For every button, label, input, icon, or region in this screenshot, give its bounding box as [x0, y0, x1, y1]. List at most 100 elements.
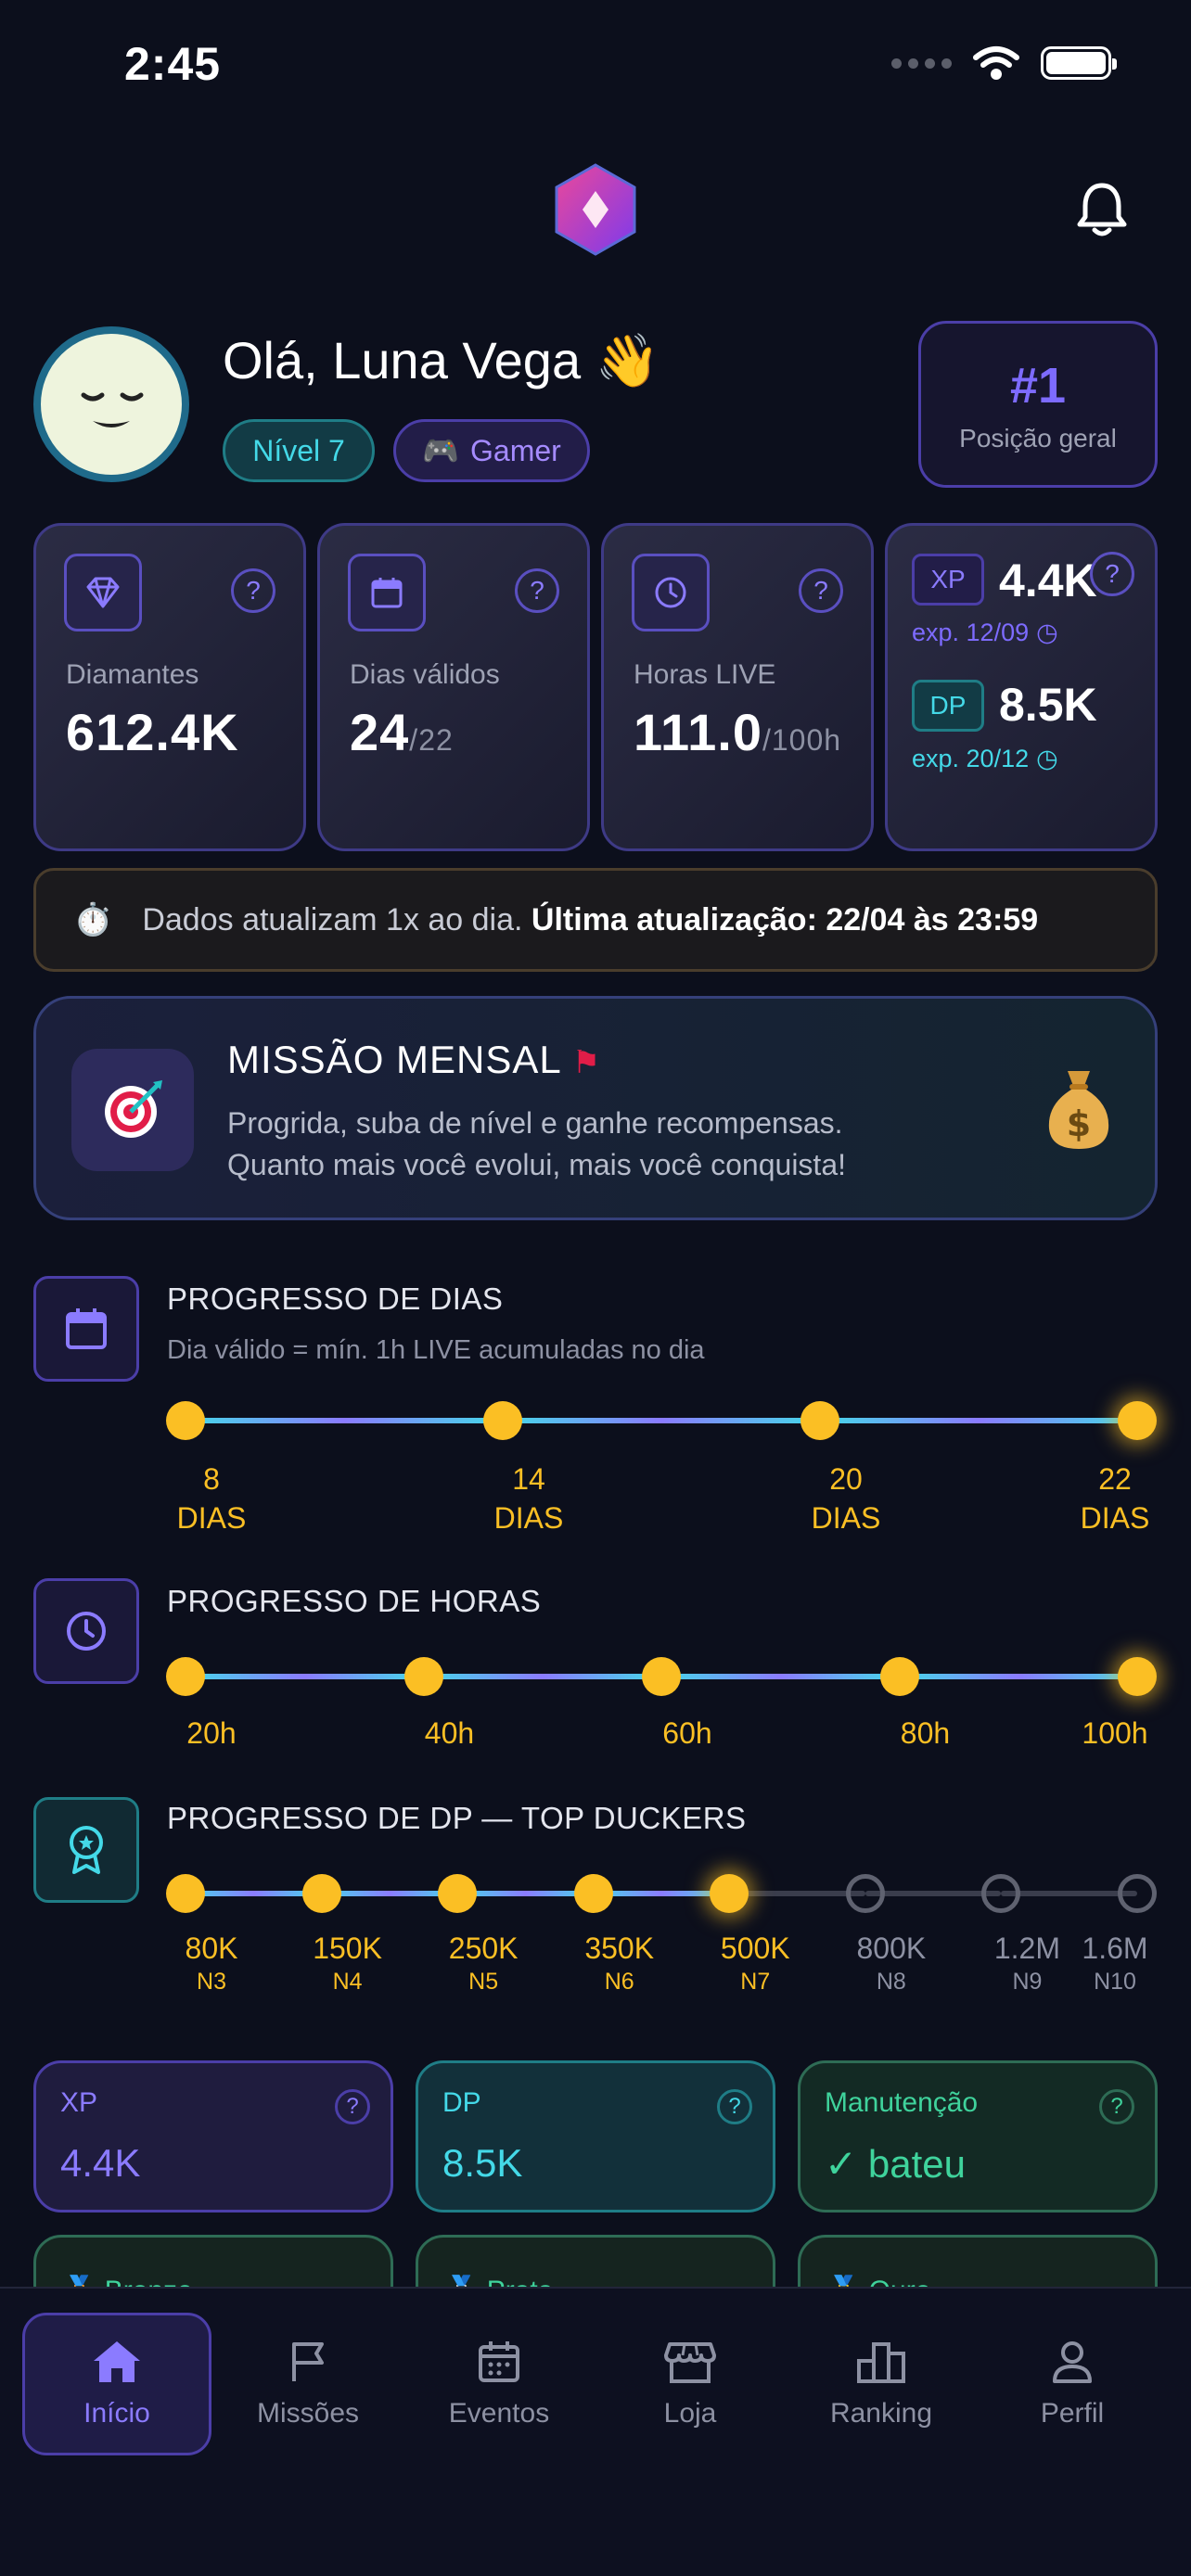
tab-ranking[interactable]: Ranking	[787, 2313, 976, 2455]
progress-segment	[503, 1418, 820, 1423]
progress-segment	[593, 1891, 730, 1896]
tab-profile[interactable]: Perfil	[978, 2313, 1167, 2455]
milestone-label: 1.2M N9	[993, 1932, 1060, 1995]
flag-icon: ⚑	[571, 1045, 602, 1080]
stat-value: 111.0/100h	[634, 703, 842, 761]
milestone-node	[981, 1874, 1021, 1913]
wifi-icon	[973, 46, 1019, 80]
milestone-label: 1.6M N10	[1082, 1932, 1148, 1995]
milestone-node	[483, 1401, 522, 1440]
progress-segment	[186, 1418, 503, 1423]
milestone-node	[800, 1401, 839, 1440]
days-progress-title: PROGRESSO DE DIAS	[167, 1282, 504, 1316]
status-time: 2:45	[124, 38, 222, 90]
help-icon[interactable]: ?	[799, 568, 843, 613]
tab-label: Eventos	[448, 2398, 550, 2429]
milestone-label: 20h	[186, 1716, 237, 1750]
milestone-label: 80h	[900, 1716, 951, 1750]
milestone-node	[438, 1874, 478, 1913]
milestone-node	[1118, 1874, 1157, 1913]
help-icon[interactable]: ?	[335, 2089, 370, 2124]
days-progress-subtitle: Dia válido = mín. 1h LIVE acumuladas no …	[167, 1335, 705, 1365]
progress-segment	[321, 1891, 458, 1896]
milestone-node	[166, 1874, 205, 1913]
role-chip[interactable]: 🎮 Gamer	[393, 419, 590, 482]
mini-card-value: 8.5K	[442, 2141, 523, 2185]
mini-card-label: DP	[442, 2087, 481, 2118]
update-notice: ⏱️ Dados atualizam 1x ao dia. Última atu…	[33, 868, 1158, 972]
mission-description: Progrida, suba de nível e ganhe recompen…	[227, 1106, 846, 1181]
signal-icon	[891, 57, 952, 69]
avatar[interactable]	[33, 326, 189, 482]
tab-store[interactable]: Loja	[596, 2313, 785, 2455]
progress-segment	[899, 1674, 1137, 1679]
diamond-logo-icon[interactable]	[553, 163, 638, 256]
xp-mini-card[interactable]: XP 4.4K ?	[33, 2060, 393, 2213]
milestone-node	[573, 1874, 613, 1913]
milestone-label: 14 DIAS	[493, 1462, 564, 1535]
milestone-label: 80K N3	[185, 1932, 238, 1995]
progress-segment	[1001, 1891, 1137, 1896]
stat-card-valid-days[interactable]: ? Dias válidos 24/22	[317, 523, 590, 851]
store-icon	[664, 2342, 716, 2383]
milestone-label: 20 DIAS	[811, 1462, 881, 1535]
level-chip[interactable]: Nível 7	[223, 419, 375, 482]
tab-events[interactable]: Eventos	[404, 2313, 594, 2455]
milestone-node	[301, 1874, 341, 1913]
stat-card-xp-dp[interactable]: XP 4.4K ? exp. 12/09 ◷ DP 8.5K exp. 20/12…	[885, 523, 1158, 851]
calendar-icon	[348, 554, 426, 631]
progress-segment	[820, 1418, 1137, 1423]
mission-title: MISSÃO MENSAL ⚑	[227, 1038, 602, 1081]
money-bag-icon: $	[1048, 1071, 1109, 1149]
milestone-node	[879, 1657, 919, 1696]
tab-home[interactable]: Início	[22, 2313, 211, 2455]
dp-value: 8.5K	[999, 679, 1097, 731]
gamepad-icon: 🎮	[422, 434, 460, 467]
stat-label: Dias válidos	[350, 659, 500, 690]
help-icon[interactable]: ?	[1099, 2089, 1134, 2124]
clock-icon	[632, 554, 710, 631]
monthly-mission-card[interactable]: MISSÃO MENSAL ⚑ Progrida, suba de nível …	[33, 996, 1158, 1220]
rank-card[interactable]: #1 Posição geral	[918, 321, 1158, 488]
tab-label: Início	[83, 2398, 150, 2429]
tab-label: Ranking	[829, 2398, 933, 2429]
tab-label: Loja	[663, 2398, 717, 2429]
rank-value: #1	[1009, 358, 1067, 414]
role-chip-label: Gamer	[470, 433, 561, 467]
stat-card-live-hours[interactable]: ? Horas LIVE 111.0/100h	[601, 523, 874, 851]
milestone-label: 40h	[424, 1716, 475, 1750]
stat-label: Horas LIVE	[634, 659, 776, 690]
help-icon[interactable]: ?	[1090, 552, 1134, 596]
stopwatch-icon: ⏱️	[73, 902, 113, 937]
xp-expiry: exp. 12/09 ◷	[912, 618, 1058, 646]
milestone-node	[166, 1401, 205, 1440]
help-icon[interactable]: ?	[231, 568, 275, 613]
ranking-icon	[857, 2342, 905, 2383]
bell-icon[interactable]	[1076, 180, 1128, 237]
help-icon[interactable]: ?	[515, 568, 559, 613]
battery-icon	[1041, 46, 1117, 80]
diamond-icon	[64, 554, 142, 631]
help-icon[interactable]: ?	[717, 2089, 752, 2124]
calendar-icon	[33, 1276, 139, 1382]
home-icon	[94, 2341, 140, 2382]
svg-text:$: $	[1067, 1103, 1091, 1144]
milestone-node	[710, 1874, 749, 1913]
progress-segment	[661, 1674, 900, 1679]
notice-last-update: Última atualização: 22/04 às 23:59	[531, 901, 1039, 937]
clock-icon: ◷	[1036, 745, 1058, 772]
xp-tag: XP	[912, 554, 984, 606]
tab-missions[interactable]: Missões	[213, 2313, 403, 2455]
sleepy-face-icon	[81, 392, 144, 427]
notice-text: Dados atualizam 1x ao dia.	[142, 901, 523, 937]
milestone-label: 500K N7	[720, 1932, 790, 1995]
milestone-label: 22 DIAS	[1080, 1462, 1150, 1535]
clock-icon: ◷	[1036, 618, 1058, 646]
tab-label: Perfil	[1040, 2398, 1105, 2429]
xp-value: 4.4K	[999, 555, 1097, 606]
rank-label: Posição geral	[959, 424, 1117, 453]
maintenance-mini-card[interactable]: Manutenção ✓ bateu ?	[798, 2060, 1158, 2213]
dp-mini-card[interactable]: DP 8.5K ?	[416, 2060, 775, 2213]
milestone-node	[403, 1657, 443, 1696]
stat-card-diamonds[interactable]: ? Diamantes 612.4K	[33, 523, 306, 851]
